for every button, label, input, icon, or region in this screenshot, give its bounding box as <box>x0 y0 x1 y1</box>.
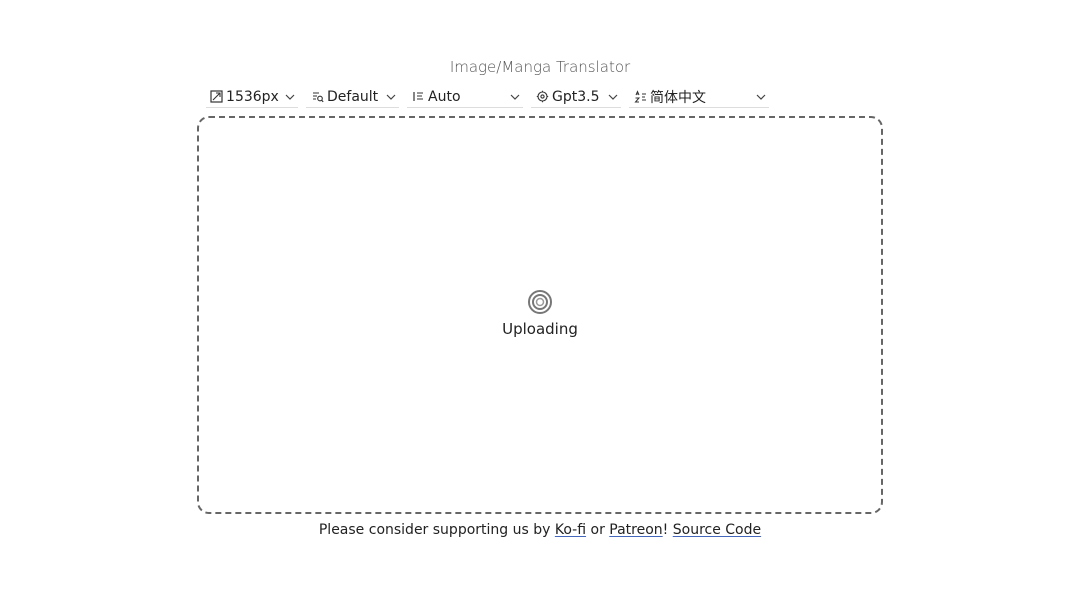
chevron-down-icon <box>607 91 619 103</box>
translator-select[interactable]: Gpt3.5 <box>531 86 621 108</box>
resize-icon <box>210 90 223 104</box>
chevron-down-icon <box>509 91 521 103</box>
direction-value: Auto <box>428 88 461 105</box>
kofi-link[interactable]: Ko-fi <box>555 522 586 538</box>
text-direction-select[interactable]: Auto <box>407 86 523 108</box>
target-language-select[interactable]: 简体中文 <box>629 86 769 108</box>
chevron-down-icon <box>755 91 767 103</box>
size-value: 1536px <box>226 88 279 105</box>
patreon-link[interactable]: Patreon <box>609 522 662 538</box>
chevron-down-icon <box>385 91 397 103</box>
language-icon <box>633 90 647 104</box>
footer: Please consider supporting us by Ko-fi o… <box>0 522 1080 538</box>
options-toolbar: 1536px Default Auto Gpt3.5 简体中文 <box>206 86 777 108</box>
footer-exclaim: ! <box>662 522 669 538</box>
detector-icon <box>310 90 324 104</box>
spinner-icon <box>528 290 552 314</box>
source-code-link[interactable]: Source Code <box>673 522 761 538</box>
upload-status: Uploading <box>440 289 640 338</box>
detector-value: Default <box>327 88 379 105</box>
text-direction-icon <box>411 90 425 104</box>
page: Image/Manga Translator 1536px Default Au… <box>0 0 1080 598</box>
size-select[interactable]: 1536px <box>206 86 298 108</box>
translator-value: Gpt3.5 <box>552 88 600 105</box>
detector-select[interactable]: Default <box>306 86 399 108</box>
page-title: Image/Manga Translator <box>449 58 631 76</box>
status-label: Uploading <box>502 320 578 338</box>
target-language-value: 简体中文 <box>650 89 706 106</box>
chevron-down-icon <box>285 91 296 103</box>
footer-text: Please consider supporting us by <box>318 522 551 538</box>
footer-or: or <box>590 522 605 538</box>
translator-icon <box>535 90 549 104</box>
